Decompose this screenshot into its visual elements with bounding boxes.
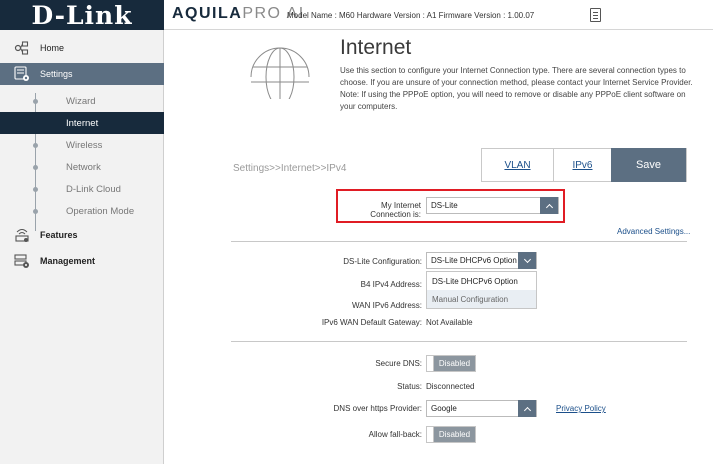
divider <box>231 341 687 342</box>
secure-dns-toggle[interactable]: Disabled <box>426 355 476 372</box>
management-icon <box>14 254 30 268</box>
advanced-settings-link[interactable]: Advanced Settings... <box>617 227 690 236</box>
sidebar-item-label: Features <box>40 230 78 240</box>
toggle-knob <box>427 427 434 442</box>
toggle-knob <box>427 356 434 371</box>
toggle-text: Disabled <box>434 427 475 442</box>
secure-dns-label: Secure DNS: <box>375 359 422 368</box>
toggle-text: Disabled <box>434 356 475 371</box>
ipv6-gateway-label: IPv6 WAN Default Gateway: <box>321 318 422 327</box>
tab-ipv6[interactable]: IPv6 <box>554 149 611 181</box>
sidebar: Home Settings Wizard Internet Wireless N… <box>0 30 164 464</box>
sidebar-item-label: Home <box>40 43 65 53</box>
sidebar-subitem-network[interactable]: Network <box>0 156 164 178</box>
home-network-icon <box>14 41 30 55</box>
divider <box>231 241 687 242</box>
ipv6-gateway-value: Not Available <box>426 318 473 327</box>
tab-vlan[interactable]: VLAN <box>482 149 554 181</box>
doh-provider-value: Google <box>431 404 457 413</box>
dslite-config-label: DS-Lite Configuration: <box>343 257 422 266</box>
dslite-config-value: DS-Lite DHCPv6 Option <box>431 256 517 265</box>
sidebar-subitem-label: Internet <box>66 117 99 129</box>
sidebar-item-features[interactable]: Features <box>0 224 164 246</box>
page-title: Internet <box>340 36 412 59</box>
main-content: Internet Use this section to configure y… <box>165 31 713 464</box>
fallback-label: Allow fall-back: <box>368 430 422 439</box>
sidebar-item-home[interactable]: Home <box>0 37 164 59</box>
wifi-features-icon <box>14 228 30 242</box>
doh-provider-label: DNS over https Provider: <box>333 404 422 413</box>
top-bar: D-Link AQUILAPRO AI Model Name : M60 Har… <box>0 0 713 30</box>
document-icon[interactable] <box>590 8 601 22</box>
chevron-up-icon <box>518 400 536 417</box>
sidebar-subitem-internet[interactable]: Internet <box>0 112 164 134</box>
dslite-config-select[interactable]: DS-Lite DHCPv6 Option <box>426 252 537 269</box>
sidebar-item-label: Management <box>40 256 96 266</box>
connection-type-select[interactable]: DS-Lite <box>426 197 559 214</box>
status-value: Disconnected <box>426 382 475 391</box>
globe-icon <box>250 47 310 99</box>
sidebar-subitem-label: Wizard <box>66 95 96 107</box>
model-info: Model Name : M60 Hardware Version : A1 F… <box>287 11 535 20</box>
sidebar-item-management[interactable]: Management <box>0 250 164 272</box>
sidebar-subitem-wizard[interactable]: Wizard <box>0 90 164 112</box>
sidebar-subitem-label: D-Link Cloud <box>66 183 121 195</box>
sidebar-item-settings[interactable]: Settings <box>0 63 164 85</box>
sidebar-subitem-label: Operation Mode <box>66 205 135 217</box>
page-description: Use this section to configure your Inter… <box>340 66 693 111</box>
settings-icon <box>14 66 30 81</box>
status-label: Status: <box>397 382 422 391</box>
dslite-config-dropdown: DS-Lite DHCPv6 Option Manual Configurati… <box>426 271 537 309</box>
sidebar-subitem-label: Wireless <box>66 139 103 151</box>
dropdown-option[interactable]: DS-Lite DHCPv6 Option <box>427 272 536 290</box>
sidebar-item-label: Settings <box>40 69 73 79</box>
sidebar-subitem-operation-mode[interactable]: Operation Mode <box>0 200 164 222</box>
save-button[interactable]: Save <box>611 148 686 182</box>
sidebar-subitem-wireless[interactable]: Wireless <box>0 134 164 156</box>
chevron-up-icon <box>540 197 558 214</box>
privacy-policy-link[interactable]: Privacy Policy <box>556 404 606 413</box>
chevron-down-icon <box>518 252 536 269</box>
sidebar-subitem-dlink-cloud[interactable]: D-Link Cloud <box>0 178 164 200</box>
brand-bold: AQUILA <box>172 5 243 22</box>
connection-type-value: DS-Lite <box>431 201 458 210</box>
b4-ipv4-label: B4 IPv4 Address: <box>360 280 422 289</box>
sidebar-subitem-label: Network <box>66 161 101 173</box>
wan-ipv6-label: WAN IPv6 Address: <box>352 301 422 310</box>
dlink-logo[interactable]: D-Link <box>0 0 164 30</box>
brand-name: AQUILAPRO AI <box>172 5 305 23</box>
fallback-toggle[interactable]: Disabled <box>426 426 476 443</box>
connection-type-label: My Internet Connection is: <box>370 201 421 219</box>
breadcrumb: Settings>>Internet>>IPv4 <box>233 163 347 174</box>
dropdown-option[interactable]: Manual Configuration <box>427 290 536 308</box>
doh-provider-select[interactable]: Google <box>426 400 537 417</box>
